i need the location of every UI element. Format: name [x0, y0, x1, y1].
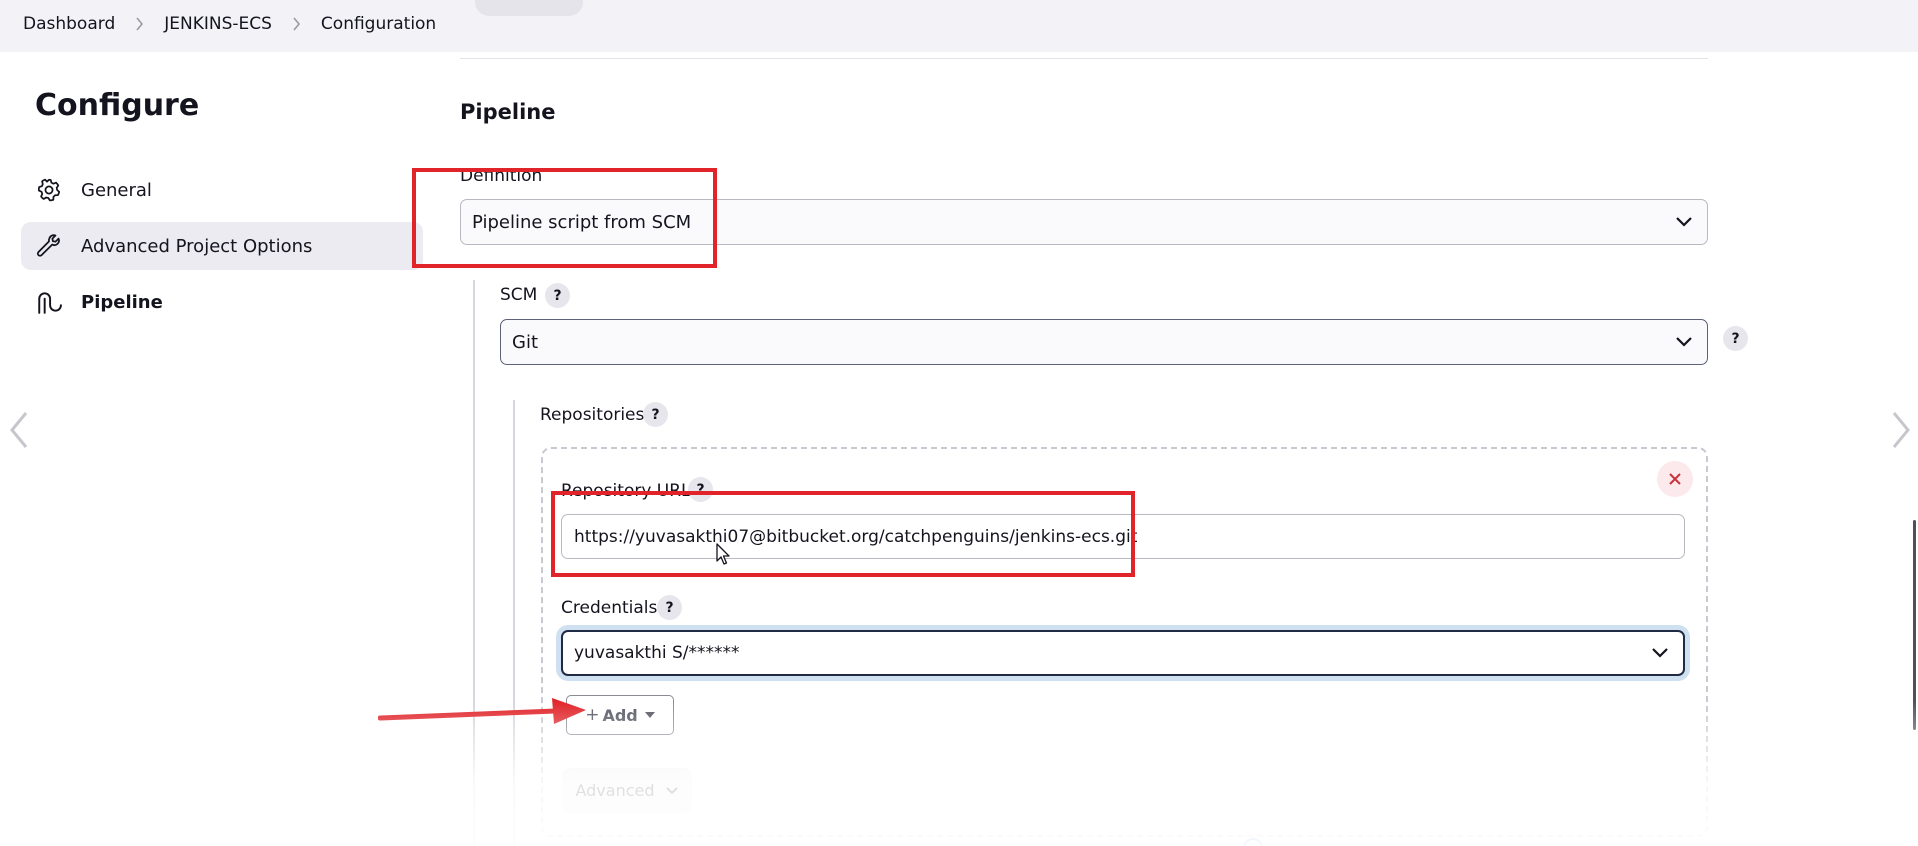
- scm-label: SCM: [500, 285, 538, 305]
- credentials-value: yuvasakthi S/******: [574, 643, 740, 663]
- chevron-right-icon: [292, 17, 301, 31]
- chevron-down-icon: [1652, 648, 1668, 658]
- gear-icon: [35, 176, 63, 204]
- breadcrumb-jenkins-ecs[interactable]: JENKINS-ECS: [164, 14, 272, 34]
- breadcrumb-dashboard[interactable]: Dashboard: [23, 14, 115, 34]
- sidebar-item-general[interactable]: General: [21, 166, 423, 214]
- previous-arrow-icon[interactable]: [6, 410, 32, 450]
- pipeline-icon: [35, 288, 63, 316]
- scrollbar[interactable]: [1913, 520, 1916, 730]
- scm-nesting-line: [473, 280, 475, 846]
- sidebar-item-label: General: [81, 179, 152, 201]
- mouse-cursor-icon: [716, 543, 730, 565]
- advanced-button-label: Advanced: [575, 781, 655, 800]
- highlight-box-repository-url: [551, 491, 1135, 577]
- top-bar-tab-shadow: [475, 0, 583, 16]
- sidebar-item-pipeline[interactable]: Pipeline: [21, 278, 423, 326]
- scm-help-icon[interactable]: ?: [545, 283, 570, 308]
- highlight-box-definition: [412, 168, 717, 268]
- chevron-right-icon: [135, 17, 144, 31]
- repositories-nesting-line: [513, 400, 515, 846]
- credentials-help-icon[interactable]: ?: [657, 595, 682, 620]
- breadcrumb: Dashboard JENKINS-ECS Configuration: [23, 14, 436, 34]
- chevron-down-icon: [665, 786, 678, 794]
- section-divider: [460, 58, 1708, 59]
- repositories-label: Repositories: [540, 405, 645, 425]
- wrench-icon: [35, 232, 63, 260]
- close-icon[interactable]: [1657, 461, 1693, 497]
- credentials-label: Credentials: [561, 598, 658, 618]
- advanced-button[interactable]: Advanced: [562, 768, 692, 813]
- chevron-down-icon: [1676, 217, 1692, 227]
- next-arrow-icon[interactable]: [1888, 410, 1914, 450]
- sidebar-item-advanced-project-options[interactable]: Advanced Project Options: [21, 222, 423, 270]
- annotation-arrow-icon: [378, 698, 586, 724]
- scm-select[interactable]: Git: [500, 319, 1708, 365]
- add-button-label: Add: [602, 705, 638, 725]
- sidebar-item-label: Pipeline: [81, 291, 163, 313]
- scm-value: Git: [512, 331, 539, 353]
- pipeline-section-title: Pipeline: [460, 100, 556, 124]
- repositories-help-icon[interactable]: ?: [643, 402, 668, 427]
- top-bar: Dashboard JENKINS-ECS Configuration: [0, 0, 1918, 52]
- breadcrumb-configuration[interactable]: Configuration: [321, 14, 436, 34]
- credentials-select[interactable]: yuvasakthi S/******: [561, 630, 1685, 676]
- chevron-down-icon: [1676, 337, 1692, 347]
- caret-down-icon: [644, 712, 655, 718]
- sidebar-item-label: Advanced Project Options: [81, 235, 313, 257]
- page-title: Configure: [35, 88, 200, 123]
- loading-spinner-icon: [1243, 838, 1263, 846]
- scm-git-help-icon[interactable]: ?: [1723, 326, 1748, 351]
